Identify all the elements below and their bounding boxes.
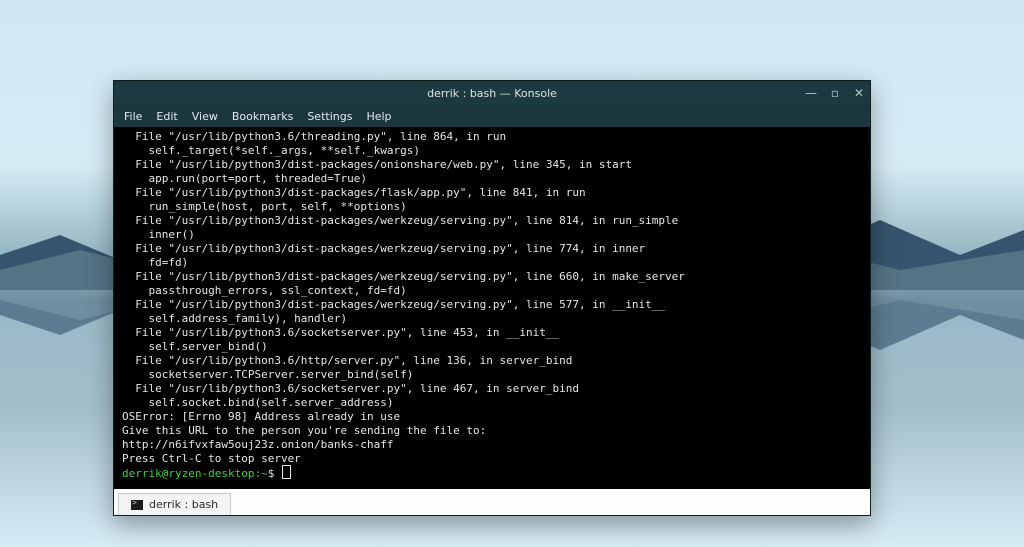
terminal-line: passthrough_errors, ssl_context, fd=fd) bbox=[122, 284, 862, 298]
menubar: File Edit View Bookmarks Settings Help bbox=[114, 105, 870, 127]
terminal-line: OSError: [Errno 98] Address already in u… bbox=[122, 410, 862, 424]
tab-label: derrik : bash bbox=[149, 498, 218, 511]
terminal-line: File "/usr/lib/python3/dist-packages/wer… bbox=[122, 270, 862, 284]
menu-edit[interactable]: Edit bbox=[156, 110, 177, 123]
terminal-output[interactable]: File "/usr/lib/python3.6/threading.py", … bbox=[114, 127, 870, 489]
terminal-line: fd=fd) bbox=[122, 256, 862, 270]
terminal-line: File "/usr/lib/python3.6/threading.py", … bbox=[122, 130, 862, 144]
terminal-line: app.run(port=port, threaded=True) bbox=[122, 172, 862, 186]
terminal-line: self.address_family), handler) bbox=[122, 312, 862, 326]
terminal-line: File "/usr/lib/python3/dist-packages/wer… bbox=[122, 298, 862, 312]
terminal-line: File "/usr/lib/python3/dist-packages/oni… bbox=[122, 158, 862, 172]
terminal-line: File "/usr/lib/python3.6/http/server.py"… bbox=[122, 354, 862, 368]
menu-settings[interactable]: Settings bbox=[307, 110, 352, 123]
terminal-line: self.server_bind() bbox=[122, 340, 862, 354]
terminal-line: File "/usr/lib/python3.6/socketserver.py… bbox=[122, 382, 862, 396]
terminal-line: File "/usr/lib/python3.6/socketserver.py… bbox=[122, 326, 862, 340]
terminal-prompt[interactable]: derrik@ryzen-desktop:~$ bbox=[122, 466, 862, 481]
menu-bookmarks[interactable]: Bookmarks bbox=[232, 110, 293, 123]
maximize-button[interactable]: ▫ bbox=[828, 86, 842, 100]
menu-file[interactable]: File bbox=[124, 110, 142, 123]
prompt-symbol: $ bbox=[268, 467, 281, 480]
prompt-user-host: derrik@ryzen-desktop:~ bbox=[122, 467, 268, 480]
terminal-line: inner() bbox=[122, 228, 862, 242]
terminal-line: File "/usr/lib/python3/dist-packages/fla… bbox=[122, 186, 862, 200]
terminal-line: run_simple(host, port, self, **options) bbox=[122, 200, 862, 214]
tab-session[interactable]: derrik : bash bbox=[118, 493, 231, 515]
cursor bbox=[283, 466, 290, 478]
terminal-line: self.socket.bind(self.server_address) bbox=[122, 396, 862, 410]
close-button[interactable]: ✕ bbox=[852, 86, 866, 100]
window-controls: — ▫ ✕ bbox=[804, 81, 866, 105]
titlebar[interactable]: derrik : bash — Konsole — ▫ ✕ bbox=[114, 81, 870, 105]
menu-help[interactable]: Help bbox=[366, 110, 391, 123]
terminal-line: Press Ctrl-C to stop server bbox=[122, 452, 862, 466]
tabbar: derrik : bash bbox=[114, 489, 870, 515]
terminal-line: Give this URL to the person you're sendi… bbox=[122, 424, 862, 438]
terminal-icon bbox=[131, 500, 143, 510]
window-title: derrik : bash — Konsole bbox=[114, 87, 870, 100]
terminal-line: self._target(*self._args, **self._kwargs… bbox=[122, 144, 862, 158]
terminal-line: socketserver.TCPServer.server_bind(self) bbox=[122, 368, 862, 382]
minimize-button[interactable]: — bbox=[804, 86, 818, 100]
terminal-line: http://n6ifvxfaw5ouj23z.onion/banks-chaf… bbox=[122, 438, 862, 452]
terminal-line: File "/usr/lib/python3/dist-packages/wer… bbox=[122, 242, 862, 256]
terminal-line: File "/usr/lib/python3/dist-packages/wer… bbox=[122, 214, 862, 228]
konsole-window: derrik : bash — Konsole — ▫ ✕ File Edit … bbox=[113, 80, 871, 516]
menu-view[interactable]: View bbox=[192, 110, 218, 123]
